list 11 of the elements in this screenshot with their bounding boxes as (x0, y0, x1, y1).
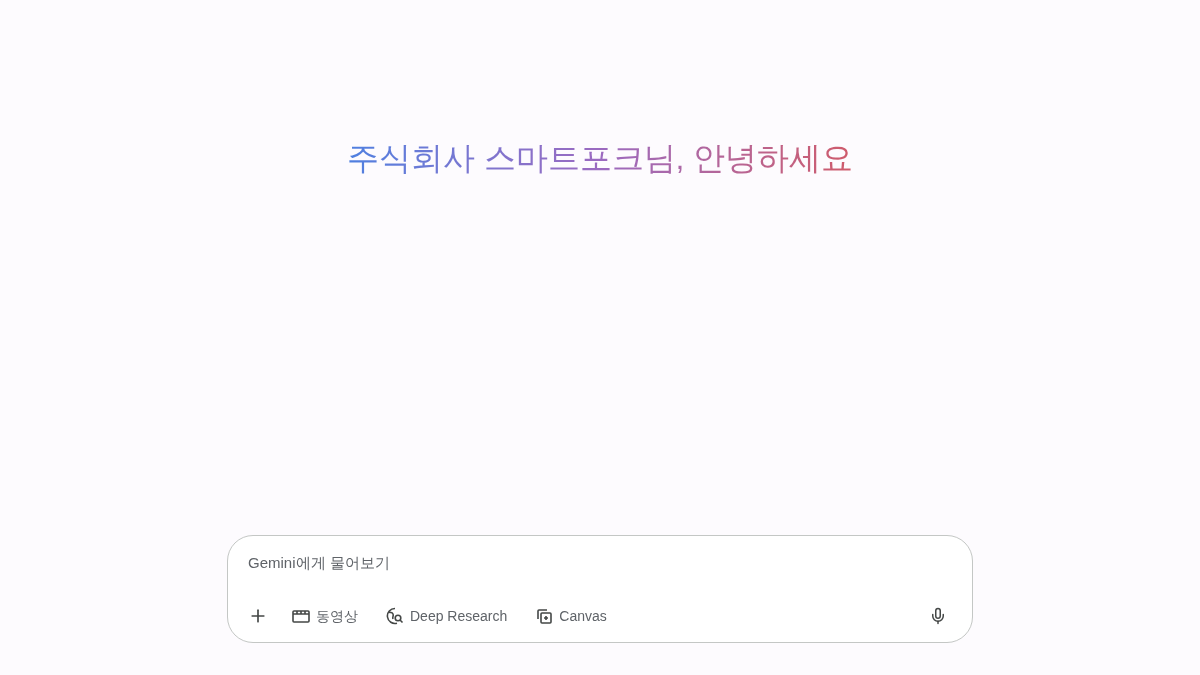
prompt-input[interactable]: Gemini에게 물어보기 (248, 552, 952, 575)
tool-label: Canvas (559, 606, 607, 626)
tool-label: Deep Research (410, 606, 508, 626)
tool-label: 동영상 (316, 606, 358, 626)
microphone-icon (929, 607, 947, 625)
tool-button[interactable]: Canvas (535, 605, 607, 627)
tool-button[interactable]: Deep Research (386, 605, 508, 627)
clapperboard-icon (292, 609, 310, 623)
canvas-icon (535, 607, 554, 625)
globe-search-icon (386, 607, 404, 625)
tool-button[interactable]: 동영상 (292, 605, 358, 627)
